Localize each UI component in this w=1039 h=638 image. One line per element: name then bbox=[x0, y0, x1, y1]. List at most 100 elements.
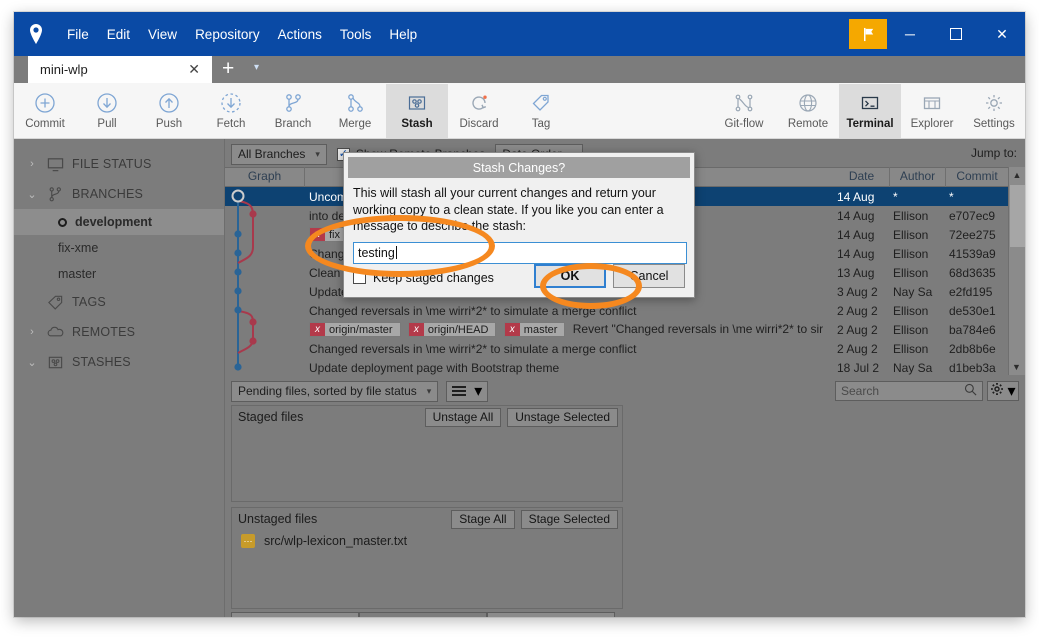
toolbar-stash-button[interactable]: Stash bbox=[386, 83, 448, 138]
plus-circle-icon bbox=[34, 91, 56, 115]
stash-message-input[interactable]: testing bbox=[353, 241, 687, 264]
sidebar-item-tags[interactable]: TAGS bbox=[14, 287, 224, 317]
toolbar-pull-button[interactable]: Pull bbox=[76, 84, 138, 138]
column-header-author[interactable]: Author bbox=[890, 167, 946, 187]
menu-help[interactable]: Help bbox=[380, 24, 426, 45]
column-header-date[interactable]: Date bbox=[834, 167, 890, 187]
tab-search[interactable]: Search bbox=[487, 612, 615, 617]
sidebar-branch-fix-xme[interactable]: fix-xme bbox=[14, 235, 224, 261]
log-scrollbar[interactable]: ▲ ▼ bbox=[1008, 167, 1025, 375]
commit-author: Ellison bbox=[893, 227, 929, 242]
chevron-down-icon: ▾ bbox=[315, 148, 320, 159]
commit-date: 3 Aug 2 bbox=[837, 284, 878, 299]
stash-changes-dialog: Stash Changes? This will stash all your … bbox=[343, 152, 695, 298]
menu-tools[interactable]: Tools bbox=[331, 24, 381, 45]
flag-button[interactable] bbox=[849, 19, 887, 49]
ref-tag[interactable]: x origin/HEAD bbox=[407, 322, 497, 338]
chevron-right-icon[interactable]: › bbox=[26, 158, 38, 170]
sidebar-branch-label: fix-xme bbox=[58, 241, 99, 255]
gitflow-icon bbox=[733, 91, 755, 115]
search-input[interactable]: Search bbox=[835, 381, 983, 401]
graph-cell bbox=[225, 263, 305, 282]
file-options-gear-button[interactable]: ▾ bbox=[987, 381, 1019, 401]
maximize-button[interactable] bbox=[933, 12, 979, 56]
repository-tab[interactable]: mini-wlp ✕ bbox=[28, 56, 212, 83]
table-row[interactable]: x origin/master x origin/HEAD x master R… bbox=[225, 320, 1025, 339]
graph-cell bbox=[225, 282, 305, 301]
branch-filter-select[interactable]: All Branches ▾ bbox=[231, 143, 327, 165]
close-button[interactable]: ✕ bbox=[979, 12, 1025, 56]
commit-hash: 41539a9 bbox=[949, 246, 996, 261]
close-icon[interactable]: ✕ bbox=[184, 61, 204, 78]
menu-view[interactable]: View bbox=[139, 24, 186, 45]
commit-message-with-refs: x origin/master x origin/HEAD x master R… bbox=[305, 322, 834, 338]
chevron-right-icon[interactable]: › bbox=[26, 326, 38, 338]
scroll-up-arrow-icon[interactable]: ▲ bbox=[1009, 167, 1025, 183]
toolbar-push-button[interactable]: Push bbox=[138, 84, 200, 138]
branch-ref-icon: x bbox=[310, 228, 325, 242]
branch-ref-icon: x bbox=[310, 323, 325, 337]
column-header-graph[interactable]: Graph bbox=[225, 167, 305, 187]
sidebar-item-branches[interactable]: ⌄ BRANCHES bbox=[14, 179, 224, 209]
sidebar-item-file-status[interactable]: › FILE STATUS bbox=[14, 149, 224, 179]
table-row[interactable]: Changed reversals in \me wirri*2* to sim… bbox=[225, 301, 1025, 320]
toolbar-branch-button[interactable]: Branch bbox=[262, 84, 324, 138]
list-item[interactable]: ⋯ src/wlp-lexicon_master.txt bbox=[232, 530, 622, 552]
commit-hash: 72ee275 bbox=[949, 227, 996, 242]
toolbar-merge-button[interactable]: Merge bbox=[324, 84, 386, 138]
toolbar-explorer-button[interactable]: Explorer bbox=[901, 84, 963, 138]
scroll-down-arrow-icon[interactable]: ▼ bbox=[1009, 359, 1024, 375]
chevron-down-icon[interactable]: ▾ bbox=[254, 62, 259, 73]
menu-repository[interactable]: Repository bbox=[186, 24, 269, 45]
graph-cell bbox=[225, 187, 305, 206]
sidebar-branch-development[interactable]: development bbox=[14, 209, 224, 235]
unstaged-files-pane: Unstaged files Stage All Stage Selected … bbox=[231, 507, 623, 609]
chevron-down-icon[interactable]: ⌄ bbox=[26, 188, 38, 201]
table-row[interactable]: Changed reversals in \me wirri*2* to sim… bbox=[225, 339, 1025, 358]
column-header-commit[interactable]: Commit bbox=[946, 167, 1008, 187]
tag-icon bbox=[530, 91, 552, 115]
stage-all-button[interactable]: Stage All bbox=[451, 509, 515, 529]
ref-tag-label: master bbox=[523, 323, 558, 336]
menu-edit[interactable]: Edit bbox=[98, 24, 139, 45]
ref-tag[interactable]: x master bbox=[503, 322, 566, 338]
stage-selected-button[interactable]: Stage Selected bbox=[520, 509, 618, 529]
tab-log-history[interactable]: Log / History bbox=[359, 612, 487, 617]
branch-ref-icon: x bbox=[504, 323, 520, 337]
fetch-dashed-circle-icon bbox=[220, 91, 242, 115]
table-row[interactable]: Update deployment page with Bootstrap th… bbox=[225, 358, 1025, 375]
chevron-down-icon[interactable]: ⌄ bbox=[26, 356, 38, 369]
unstage-all-button[interactable]: Unstage All bbox=[424, 407, 502, 427]
scrollbar-thumb[interactable] bbox=[1010, 185, 1025, 247]
menu-file[interactable]: File bbox=[58, 24, 98, 45]
file-view-mode-select[interactable]: ▾ bbox=[446, 380, 489, 402]
toolbar-gitflow-label: Git-flow bbox=[724, 118, 764, 130]
menu-actions[interactable]: Actions bbox=[269, 24, 331, 45]
merge-icon bbox=[344, 91, 366, 115]
file-sort-select[interactable]: Pending files, sorted by file status ▾ bbox=[231, 380, 439, 402]
commit-message: Changed reversals in \me wirri*2* to sim… bbox=[309, 341, 637, 356]
sidebar-item-stashes[interactable]: ⌄ STASHES bbox=[14, 347, 224, 377]
toolbar-settings-label: Settings bbox=[973, 118, 1015, 130]
sidebar-item-remotes[interactable]: › REMOTES bbox=[14, 317, 224, 347]
toolbar-tag-button[interactable]: Tag bbox=[510, 84, 572, 138]
toolbar-discard-button[interactable]: Discard bbox=[448, 84, 510, 138]
file-name: src/wlp-lexicon_master.txt bbox=[264, 534, 408, 548]
commit-hash: 2db8b6e bbox=[949, 341, 996, 356]
tab-file-status[interactable]: File Status bbox=[231, 612, 359, 617]
toolbar-terminal-button[interactable]: Terminal bbox=[839, 83, 901, 138]
ref-tag[interactable]: x origin/master bbox=[309, 322, 401, 338]
sidebar-branch-master[interactable]: master bbox=[14, 261, 224, 287]
toolbar-fetch-button[interactable]: Fetch bbox=[200, 84, 262, 138]
cancel-button[interactable]: Cancel bbox=[613, 264, 685, 288]
unstage-selected-button[interactable]: Unstage Selected bbox=[507, 407, 618, 427]
ok-button[interactable]: OK bbox=[534, 264, 606, 288]
toolbar-push-label: Push bbox=[155, 118, 183, 130]
toolbar-settings-button[interactable]: Settings bbox=[963, 84, 1025, 138]
toolbar-remote-button[interactable]: Remote bbox=[777, 84, 839, 138]
toolbar-commit-button[interactable]: Commit bbox=[14, 84, 76, 138]
new-tab-button[interactable]: + bbox=[222, 57, 234, 81]
toolbar-gitflow-button[interactable]: Git-flow bbox=[711, 84, 777, 138]
minimize-button[interactable]: ─ bbox=[887, 12, 933, 56]
commit-author: * bbox=[893, 189, 898, 204]
